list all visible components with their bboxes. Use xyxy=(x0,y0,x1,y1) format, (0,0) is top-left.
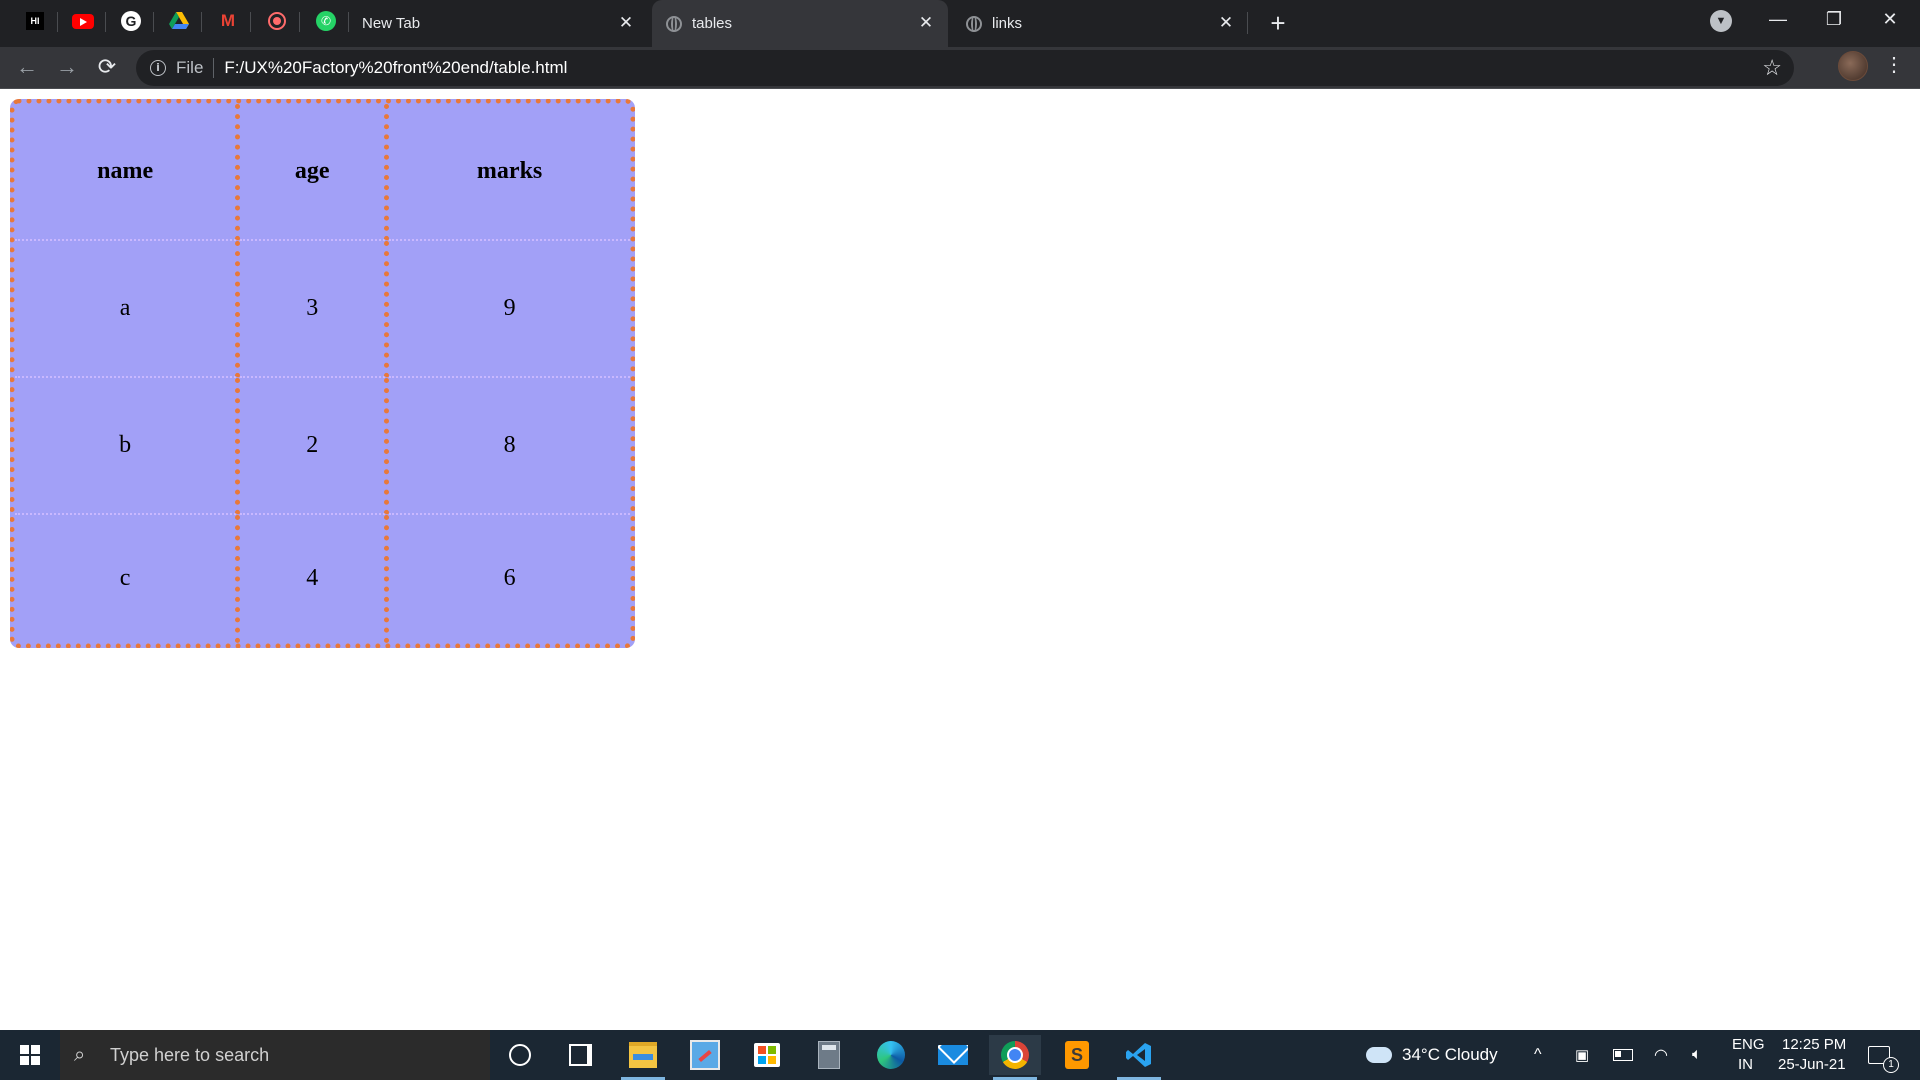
sublime-icon[interactable]: S xyxy=(1051,1035,1103,1075)
paint-icon[interactable] xyxy=(679,1035,731,1075)
cell-marks: 9 xyxy=(389,241,630,378)
browser-toolbar: ← → ⟳ i File F:/UX%20Factory%20front%20e… xyxy=(0,47,1920,89)
restore-button[interactable]: ❐ xyxy=(1806,0,1862,40)
address-bar[interactable]: i File F:/UX%20Factory%20front%20end/tab… xyxy=(136,50,1794,86)
tab-title: New Tab xyxy=(362,15,421,32)
youtube-icon xyxy=(72,13,94,29)
wifi-icon[interactable]: ◠ xyxy=(1654,1030,1668,1080)
cell-marks: 8 xyxy=(389,378,630,515)
whatsapp-icon: ✆ xyxy=(316,11,336,31)
meet-now-icon[interactable]: ▣ xyxy=(1575,1030,1589,1080)
cloud-icon xyxy=(1366,1047,1392,1063)
task-view-icon[interactable] xyxy=(554,1035,606,1075)
menu-kebab-icon[interactable]: ⋮ xyxy=(1884,52,1904,78)
tab-links[interactable]: links ✕ xyxy=(952,0,1248,47)
pinned-tab-whatsapp[interactable]: ✆ xyxy=(303,8,349,34)
new-tab-button[interactable]: + xyxy=(1262,8,1294,40)
mail-icon[interactable] xyxy=(927,1035,979,1075)
pinned-tab-gmail[interactable]: M xyxy=(205,8,251,34)
window-close-button[interactable]: ✕ xyxy=(1862,0,1918,40)
file-explorer-icon[interactable] xyxy=(617,1035,669,1080)
tab-tables[interactable]: tables ✕ xyxy=(652,0,948,47)
language-region[interactable]: IN xyxy=(1738,1056,1753,1073)
google-icon: G xyxy=(121,11,141,31)
cell-name: b xyxy=(15,377,241,515)
show-hidden-icons[interactable]: ^ xyxy=(1534,1030,1542,1080)
back-arrow-icon[interactable]: ← xyxy=(10,51,44,85)
hi-icon: HI xyxy=(26,12,44,30)
clock-time[interactable]: 12:25 PM xyxy=(1782,1036,1846,1053)
tab-new-tab[interactable]: New Tab ✕ xyxy=(352,0,648,47)
cell-age: 2 xyxy=(240,377,390,515)
battery-icon[interactable] xyxy=(1613,1030,1633,1080)
omnibox-divider xyxy=(213,58,215,78)
close-icon[interactable]: ✕ xyxy=(616,13,636,33)
taskbar-search-box[interactable]: ⌕ Type here to search xyxy=(60,1030,490,1080)
tab-title: tables xyxy=(692,15,733,32)
clock-date[interactable]: 25-Jun-21 xyxy=(1778,1056,1846,1073)
search-icon: ⌕ xyxy=(74,1044,86,1066)
windows-taskbar: ⌕ Type here to search S 34°C Cloudy ^ ▣ … xyxy=(0,1030,1920,1080)
page-content: name age marks a 3 9 b 2 8 c 4 6 xyxy=(0,89,1920,1030)
store-icon[interactable] xyxy=(741,1035,793,1075)
windows-logo-icon xyxy=(20,1045,40,1065)
tab-search-icon[interactable]: ▼ xyxy=(1710,10,1732,32)
language-code[interactable]: ENG xyxy=(1732,1036,1765,1053)
cell-age: 3 xyxy=(240,240,390,378)
globe-icon xyxy=(966,15,982,32)
weather-text: 34°C Cloudy xyxy=(1402,1045,1498,1064)
pinned-tab-youtube[interactable] xyxy=(60,8,106,34)
pinned-tab-hi[interactable]: HI xyxy=(12,8,58,34)
close-icon[interactable]: ✕ xyxy=(1216,13,1236,33)
header-marks: marks xyxy=(389,104,630,241)
notification-center-icon[interactable]: 1 xyxy=(1868,1030,1899,1080)
header-name: name xyxy=(15,104,241,241)
record-icon xyxy=(268,12,286,30)
cortana-icon[interactable] xyxy=(494,1035,546,1075)
pinned-tab-record[interactable] xyxy=(254,8,300,34)
pinned-tab-drive[interactable] xyxy=(156,8,202,34)
table-header-row: name age marks xyxy=(15,104,630,241)
table-row: b 2 8 xyxy=(15,377,630,515)
header-age: age xyxy=(240,104,390,241)
table-row: a 3 9 xyxy=(15,240,630,378)
start-button[interactable] xyxy=(0,1030,60,1080)
tab-title: links xyxy=(992,15,1023,32)
bookmark-star-icon[interactable]: ☆ xyxy=(1762,56,1782,80)
info-icon[interactable]: i xyxy=(150,60,166,76)
gmail-icon: M xyxy=(220,11,236,30)
edge-icon[interactable] xyxy=(865,1035,917,1075)
data-table: name age marks a 3 9 b 2 8 c 4 6 xyxy=(10,99,635,648)
chrome-icon[interactable] xyxy=(989,1035,1041,1080)
pinned-tab-google[interactable]: G xyxy=(108,8,154,34)
volume-icon[interactable]: 🔈︎ xyxy=(1692,1030,1702,1080)
close-icon[interactable]: ✕ xyxy=(916,13,936,33)
reload-icon[interactable]: ⟳ xyxy=(90,51,124,85)
weather-widget[interactable]: 34°C Cloudy xyxy=(1366,1030,1498,1080)
calculator-icon[interactable] xyxy=(803,1035,855,1075)
cell-marks: 6 xyxy=(503,565,516,592)
cell-age: 4 xyxy=(240,514,390,643)
cell-name: a xyxy=(15,240,241,378)
minimize-button[interactable]: — xyxy=(1750,0,1806,40)
drive-icon xyxy=(169,12,189,29)
forward-arrow-icon[interactable]: → xyxy=(50,51,84,85)
search-placeholder: Type here to search xyxy=(110,1044,270,1065)
scheme-label: File xyxy=(176,58,204,77)
table-row: c 4 6 xyxy=(15,514,630,643)
cell-name: c xyxy=(15,514,241,643)
tab-strip: HI G M ✆ New Tab ✕ tables ✕ links ✕ + ▼ … xyxy=(0,0,1920,47)
vscode-logo xyxy=(1126,1043,1151,1067)
globe-icon xyxy=(666,15,682,32)
notification-badge: 1 xyxy=(1883,1057,1899,1073)
url-text[interactable]: F:/UX%20Factory%20front%20end/table.html xyxy=(224,58,567,78)
vscode-icon[interactable] xyxy=(1113,1035,1165,1080)
profile-avatar[interactable] xyxy=(1838,51,1868,81)
